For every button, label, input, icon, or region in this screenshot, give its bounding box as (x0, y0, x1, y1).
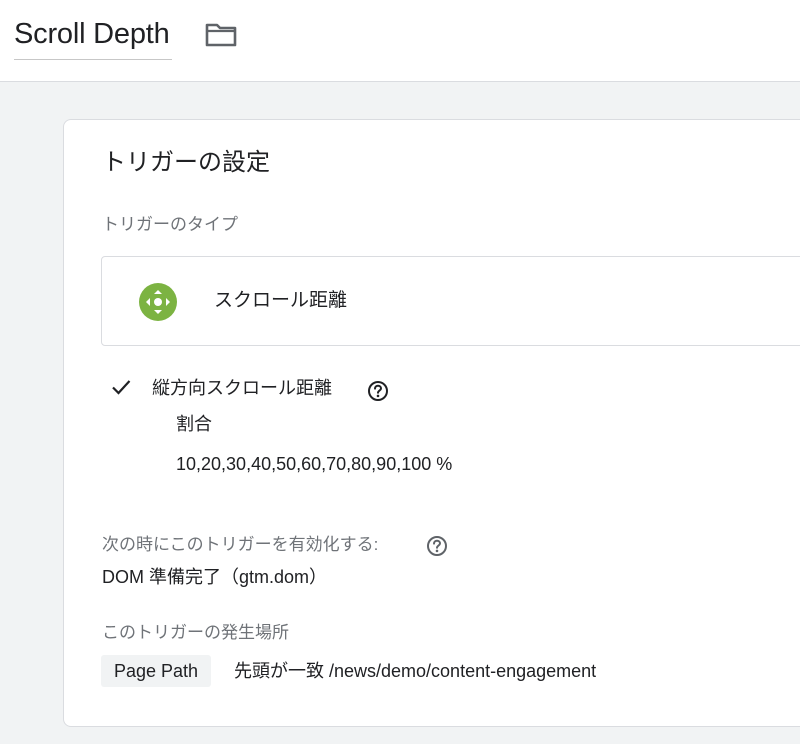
folder-icon[interactable] (204, 20, 238, 48)
trigger-name[interactable]: Scroll Depth (14, 18, 170, 50)
variable-chip: Page Path (101, 655, 212, 687)
card-title: トリガーの設定 (102, 149, 270, 176)
scroll-percentages: 10,20,30,40,50,60,70,80,90,100 % (176, 454, 453, 474)
help-icon[interactable] (426, 535, 448, 557)
trigger-type-name: スクロール距離 (214, 290, 348, 311)
enable-when-label: 次の時にこのトリガーを有効化する: (102, 535, 379, 554)
trigger-config-card: トリガーの設定 トリガーのタイプ スクロール距離 縦方向スクロール距離 割合 1 (63, 119, 800, 727)
help-icon[interactable] (367, 380, 389, 402)
top-bar: Scroll Depth (0, 0, 800, 82)
trigger-type-label: トリガーのタイプ (102, 215, 238, 234)
enable-when-value: DOM 準備完了（gtm.dom） (102, 567, 328, 587)
vertical-scroll-label: 縦方向スクロール距離 (152, 378, 332, 398)
scroll-unit-label: 割合 (176, 414, 212, 434)
fires-on-condition: 先頭が一致 /news/demo/content-engagement (234, 661, 597, 681)
scroll-move-icon (139, 283, 177, 321)
check-icon (110, 376, 132, 398)
fires-on-label: このトリガーの発生場所 (102, 623, 289, 642)
trigger-name-field[interactable]: Scroll Depth (14, 14, 172, 60)
trigger-type-selector[interactable]: スクロール距離 (101, 256, 800, 346)
